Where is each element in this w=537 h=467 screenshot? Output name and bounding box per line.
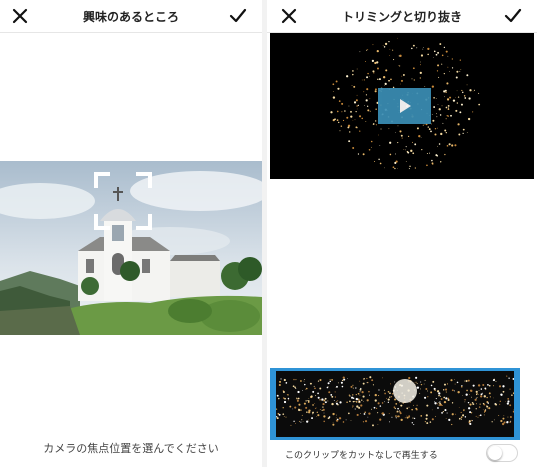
video-preview[interactable]	[270, 33, 534, 179]
checkmark-icon[interactable]	[228, 6, 248, 26]
trim-handle-right[interactable]	[514, 369, 520, 439]
focus-header: 興味のあるところ	[0, 0, 262, 33]
trim-handle-left[interactable]	[270, 369, 276, 439]
toggle-knob	[488, 446, 502, 460]
play-without-cut-toggle[interactable]	[486, 444, 518, 462]
timeline-thumbnails	[267, 371, 530, 437]
clip-timeline[interactable]	[267, 368, 530, 440]
page-title: 興味のあるところ	[82, 10, 179, 24]
play-without-cut-label: このクリップをカットなしで再生する	[285, 451, 438, 461]
focus-point-screen: 興味のあるところ カメラの焦点位置を選んでください	[0, 0, 262, 467]
trim-crop-screen: トリミングと切り抜き このクリップをカットなしで再生する	[267, 0, 537, 467]
play-button[interactable]	[378, 88, 431, 124]
trim-header: トリミングと切り抜き	[267, 0, 537, 33]
checkmark-icon[interactable]	[503, 6, 523, 26]
focus-hint-text: カメラの焦点位置を選んでください	[43, 442, 219, 455]
page-title: トリミングと切り抜き	[341, 10, 462, 24]
focus-frame[interactable]	[94, 172, 152, 230]
play-icon	[400, 99, 411, 113]
